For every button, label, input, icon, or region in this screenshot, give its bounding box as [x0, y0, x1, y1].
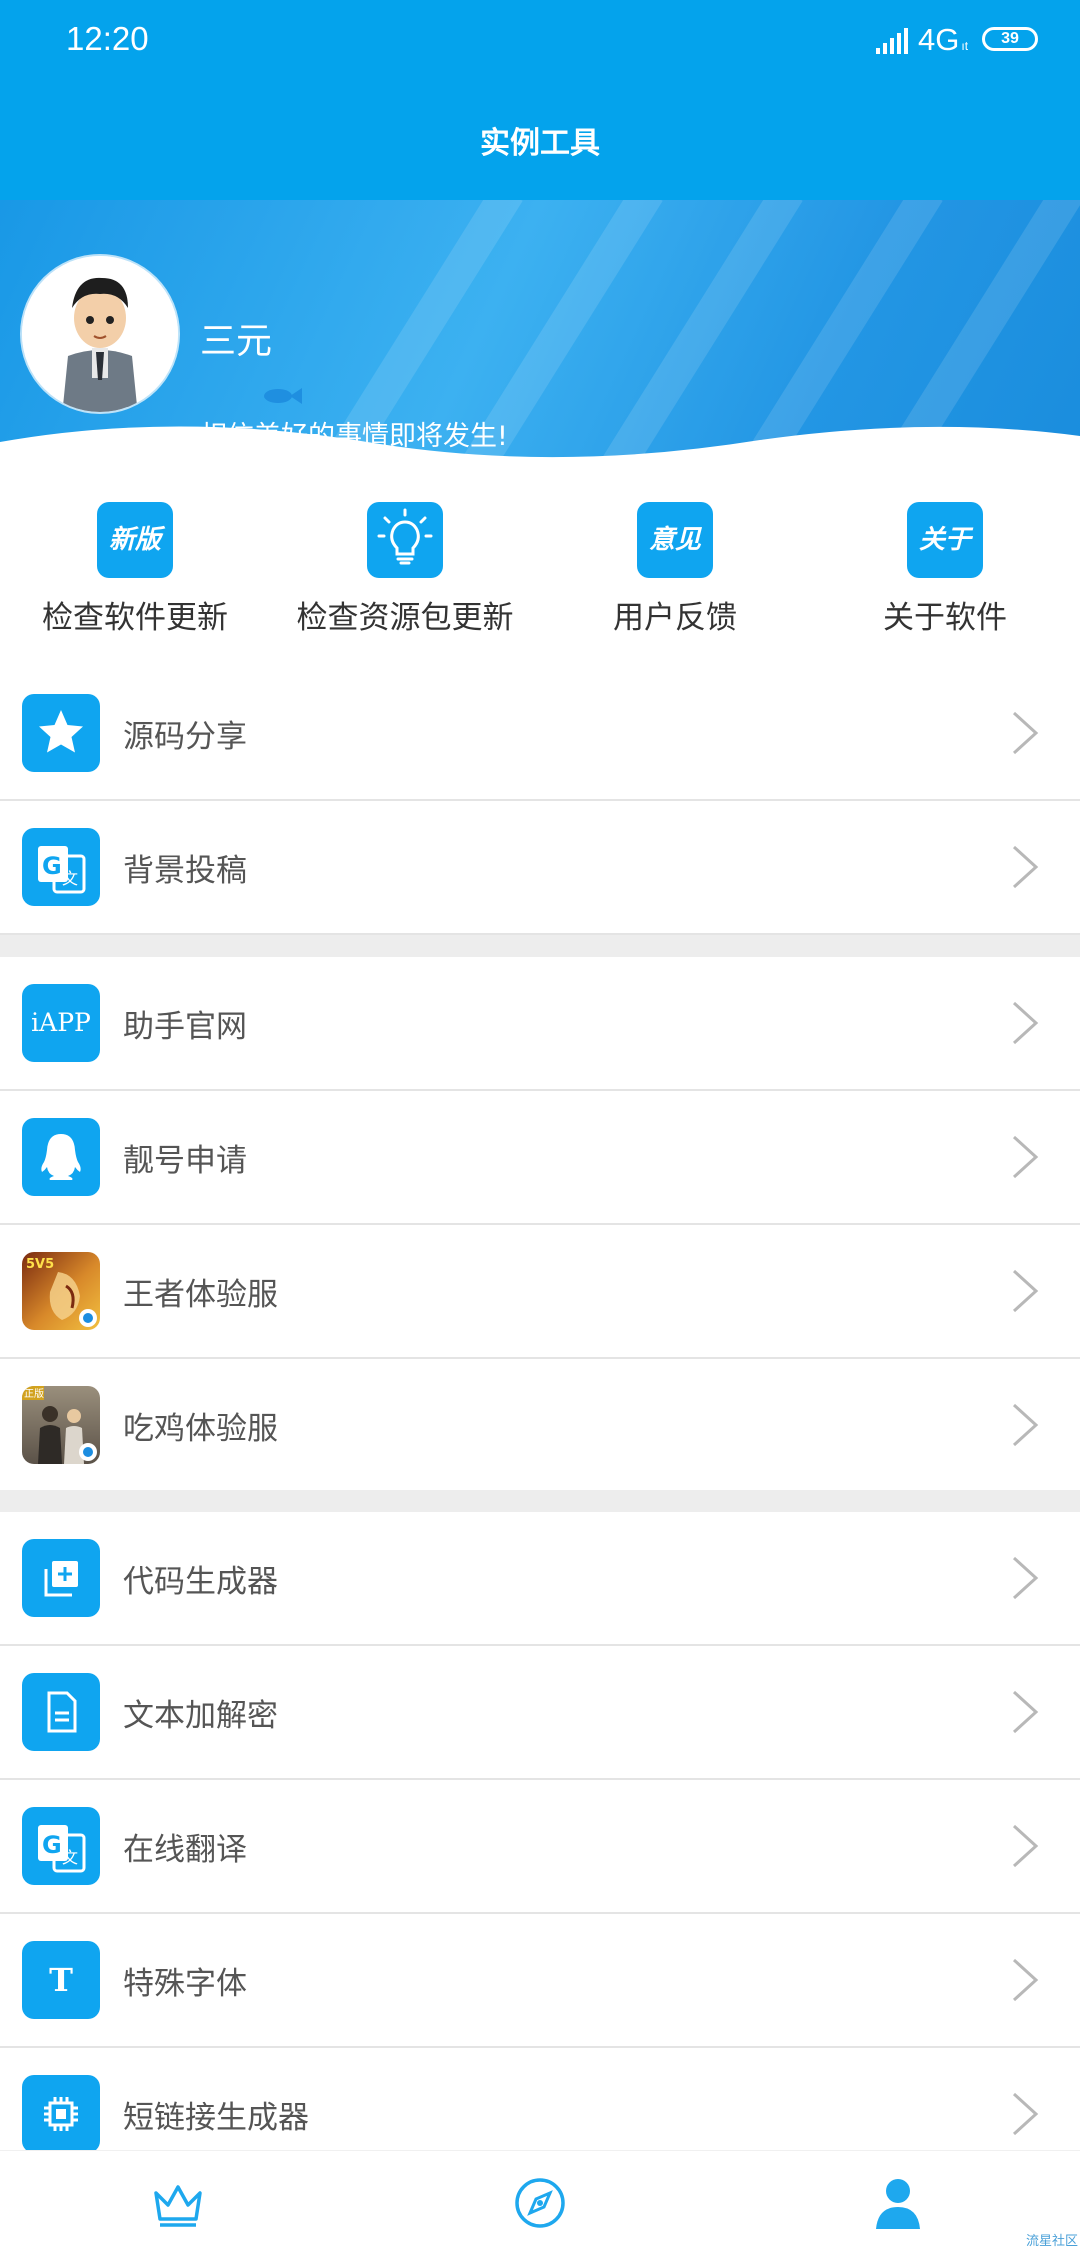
new-version-icon: 新版	[97, 502, 173, 578]
menu-item-code-generator[interactable]: 代码生成器	[0, 1512, 1080, 1646]
person-icon[interactable]	[868, 2173, 928, 2233]
menu-item-honor-of-kings-test[interactable]: 5V5 王者体验服	[0, 1225, 1080, 1359]
translate-icon: G 文	[22, 1807, 100, 1885]
chevron-right-icon	[1012, 2092, 1039, 2136]
svg-text:5V5: 5V5	[26, 1257, 54, 1272]
menu-item-background-submit[interactable]: G 文 背景投稿	[0, 801, 1080, 935]
crown-icon[interactable]	[148, 2173, 208, 2233]
menu-item-label: 吃鸡体验服	[123, 1411, 278, 1447]
quick-actions: 新版 检查软件更新 检查资源包更新 意见 用户反馈 关于 关于软件	[0, 470, 1080, 650]
user-feedback-button[interactable]: 意见 用户反馈	[540, 502, 810, 637]
menu-item-label: 在线翻译	[123, 1832, 247, 1868]
menu-item-label: 王者体验服	[123, 1277, 278, 1313]
lightbulb-icon	[367, 502, 443, 578]
signal-icon	[876, 28, 908, 54]
bottom-tab-bar: 流星社区	[0, 2150, 1080, 2249]
menu-item-special-font[interactable]: T 特殊字体	[0, 1914, 1080, 2048]
menu-item-label: 源码分享	[123, 719, 247, 755]
svg-text:正版: 正版	[24, 1387, 44, 1400]
about-icon: 关于	[907, 502, 983, 578]
menu-item-vanity-number[interactable]: 靓号申请	[0, 1091, 1080, 1225]
avatar-figure	[22, 256, 178, 412]
status-bar: 12:20 4G ıt 39	[0, 0, 1080, 82]
about-software-button[interactable]: 关于 关于软件	[810, 502, 1080, 637]
compass-icon[interactable]	[510, 2173, 570, 2233]
pubg-icon: 正版	[22, 1386, 100, 1464]
svg-text:G: G	[42, 852, 62, 880]
chevron-right-icon	[1012, 711, 1039, 755]
menu-item-pubg-test[interactable]: 正版 吃鸡体验服	[0, 1359, 1080, 1493]
chip-icon	[22, 2075, 100, 2153]
menu-item-label: 短链接生成器	[123, 2100, 309, 2136]
chevron-right-icon	[1012, 1269, 1039, 1313]
battery-indicator: 39	[982, 27, 1038, 51]
iapp-icon: iAPP	[22, 984, 100, 1062]
svg-text:文: 文	[62, 869, 78, 888]
menu-item-label: 靓号申请	[123, 1143, 247, 1179]
menu-item-label: 代码生成器	[123, 1564, 278, 1600]
font-icon: T	[22, 1941, 100, 2019]
section-divider	[0, 935, 1080, 957]
chevron-right-icon	[1012, 1135, 1039, 1179]
status-time: 12:20	[66, 20, 149, 57]
section-divider	[0, 1490, 1080, 1512]
document-icon	[22, 1673, 100, 1751]
quick-action-label: 检查资源包更新	[296, 600, 514, 636]
chevron-right-icon	[1012, 1690, 1039, 1734]
svg-text:文: 文	[62, 1848, 78, 1867]
page-title: 实例工具	[0, 82, 1080, 200]
menu-item-official-site[interactable]: iAPP 助手官网	[0, 957, 1080, 1091]
avatar[interactable]	[22, 256, 178, 412]
qq-icon	[22, 1118, 100, 1196]
check-app-update-button[interactable]: 新版 检查软件更新	[0, 502, 270, 637]
translate-icon: G 文	[22, 828, 100, 906]
quick-action-label: 关于软件	[883, 600, 1007, 636]
chevron-right-icon	[1012, 1556, 1039, 1600]
menu-item-online-translate[interactable]: G 文 在线翻译	[0, 1780, 1080, 1914]
chevron-right-icon	[1012, 1824, 1039, 1868]
svg-text:G: G	[42, 1831, 62, 1859]
chevron-right-icon	[1012, 1001, 1039, 1045]
menu-item-label: 助手官网	[123, 1009, 247, 1045]
feedback-icon: 意见	[637, 502, 713, 578]
chevron-right-icon	[1012, 845, 1039, 889]
menu-item-text-encrypt[interactable]: 文本加解密	[0, 1646, 1080, 1780]
chevron-right-icon	[1012, 1403, 1039, 1447]
watermark: 流星社区	[1025, 2234, 1078, 2249]
profile-banner: 三元 相信美好的事情即将发生!	[0, 200, 1080, 470]
network-type: 4G ıt	[918, 22, 969, 57]
honor-of-kings-icon: 5V5	[22, 1252, 100, 1330]
menu-item-source-share[interactable]: 源码分享	[0, 667, 1080, 801]
menu-item-label: 特殊字体	[123, 1966, 247, 2002]
menu-item-label: 背景投稿	[123, 853, 247, 889]
check-resource-update-button[interactable]: 检查资源包更新	[270, 502, 540, 637]
star-icon	[22, 694, 100, 772]
menu-item-label: 文本加解密	[123, 1698, 278, 1734]
wave-decoration	[0, 426, 1080, 470]
quick-action-label: 用户反馈	[613, 600, 737, 636]
username[interactable]: 三元	[200, 312, 272, 364]
chevron-right-icon	[1012, 1958, 1039, 2002]
quick-action-label: 检查软件更新	[42, 600, 228, 636]
add-copy-icon	[22, 1539, 100, 1617]
